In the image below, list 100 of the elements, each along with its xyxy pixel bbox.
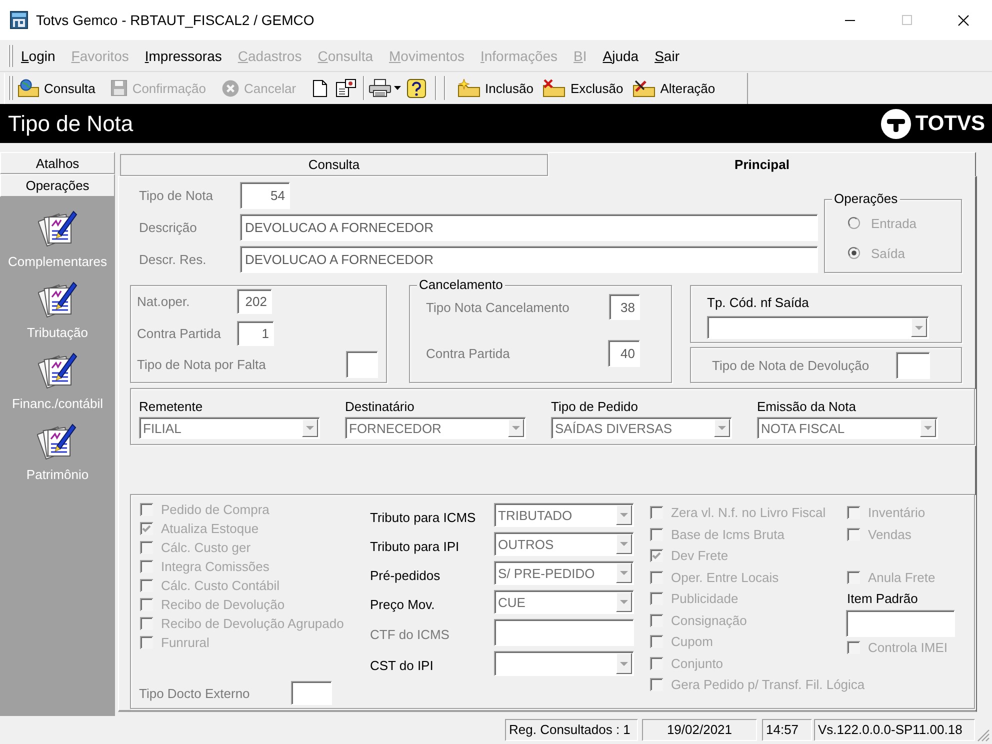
close-icon bbox=[958, 14, 969, 26]
dropdown[interactable]: CUE bbox=[494, 590, 634, 614]
checkbox[interactable]: Cálc. Custo ger bbox=[140, 538, 251, 557]
dropdown[interactable] bbox=[494, 651, 634, 676]
menu-item[interactable]: Login bbox=[13, 46, 64, 66]
checkbox[interactable]: Zera vl. N.f. no Livro Fiscal bbox=[650, 502, 826, 524]
checkbox[interactable]: Funrural bbox=[140, 633, 210, 652]
field-label: Descr. Res. bbox=[139, 252, 206, 267]
dropdown[interactable]: TRIBUTADO bbox=[494, 503, 634, 527]
toolbar-button[interactable]: Exclusão bbox=[541, 75, 626, 101]
grip-icon[interactable] bbox=[8, 44, 13, 66]
radio-button[interactable]: Saída bbox=[848, 243, 905, 263]
checkbox[interactable]: Inventário bbox=[847, 502, 926, 524]
checkbox[interactable]: Oper. Entre Locais bbox=[650, 566, 779, 588]
text-field[interactable] bbox=[494, 619, 634, 646]
menu-item[interactable]: Ajuda bbox=[594, 46, 647, 66]
text-field[interactable]: DEVOLUCAO A FORNECEDOR bbox=[240, 214, 818, 241]
dropdown[interactable]: NOTA FISCAL bbox=[757, 417, 938, 439]
resize-grip-icon[interactable] bbox=[977, 728, 990, 742]
checkbox[interactable]: Consignação bbox=[650, 610, 747, 631]
shortcut-item[interactable]: Patrimônio bbox=[26, 420, 89, 491]
printer-icon[interactable] bbox=[369, 79, 392, 97]
field-label: Item Padrão bbox=[847, 591, 918, 606]
status-time: 14:57 bbox=[762, 719, 812, 741]
tab[interactable]: Consulta bbox=[120, 154, 548, 176]
dropdown[interactable]: FORNECEDOR bbox=[345, 417, 526, 439]
checkbox[interactable]: Controla IMEI bbox=[847, 636, 948, 658]
toolbar-button[interactable]: Consulta bbox=[16, 75, 98, 101]
section-button[interactable]: Atalhos bbox=[0, 152, 115, 174]
tab[interactable]: Principal bbox=[548, 152, 976, 177]
text-field[interactable]: 202 bbox=[237, 289, 272, 314]
status-date: 19/02/2021 bbox=[642, 719, 757, 741]
text-field[interactable]: 38 bbox=[609, 294, 640, 320]
logo-text: TOTVS bbox=[915, 112, 985, 136]
field-label: Remetente bbox=[139, 399, 203, 414]
group-title: Operações bbox=[832, 191, 900, 207]
shortcut-item[interactable]: Complementares bbox=[8, 207, 107, 278]
field-label: Nat.oper. bbox=[137, 294, 190, 309]
toolbar-button[interactable]: Inclusão bbox=[456, 75, 536, 101]
record-count: Reg. Consultados : 1 bbox=[505, 719, 638, 741]
radio-button[interactable]: Entrada bbox=[848, 213, 917, 233]
checkbox[interactable]: Cupom bbox=[650, 631, 713, 652]
menu-item[interactable]: Sair bbox=[646, 46, 688, 66]
text-field[interactable]: 40 bbox=[608, 340, 640, 367]
field-label: CTF do ICMS bbox=[370, 627, 450, 642]
text-field[interactable] bbox=[291, 681, 332, 705]
section-button[interactable]: Operações bbox=[0, 174, 115, 197]
text-field[interactable]: 54 bbox=[240, 182, 290, 209]
window-title: Totvs Gemco - RBTAUT_FISCAL2 / GEMCO bbox=[36, 12, 314, 28]
text-field[interactable] bbox=[846, 610, 955, 636]
folder-cross-icon bbox=[543, 79, 566, 97]
dropdown[interactable]: SAÍDAS DIVERSAS bbox=[551, 417, 732, 439]
maximize-icon bbox=[902, 15, 912, 25]
field-label: Tipo de Nota bbox=[139, 188, 213, 203]
field-label: Tipo Nota Cancelamento bbox=[426, 300, 570, 314]
checkbox[interactable]: Atualiza Estoque bbox=[140, 519, 259, 538]
checkbox[interactable]: Cálc. Custo Contábil bbox=[140, 576, 280, 595]
checkbox[interactable]: Recibo de Devolução Agrupado bbox=[140, 614, 344, 633]
field-label: Descrição bbox=[139, 220, 197, 235]
text-field[interactable] bbox=[896, 352, 930, 378]
field-label: Tp. Cód. nf Saída bbox=[707, 295, 809, 310]
field-label: Tipo de Nota por Falta bbox=[137, 357, 266, 372]
globe-folder-icon bbox=[18, 79, 39, 97]
dropdown[interactable] bbox=[707, 316, 929, 339]
field-label: Tributo para ICMS bbox=[370, 510, 476, 524]
checkbox[interactable]: Pedido de Compra bbox=[140, 500, 270, 519]
checkbox[interactable]: Base de Icms Bruta bbox=[650, 524, 784, 545]
help-icon[interactable] bbox=[407, 78, 426, 98]
shortcut-item[interactable]: Tributação bbox=[27, 278, 88, 349]
new-document-icon[interactable] bbox=[313, 80, 328, 96]
field-label: Destinatário bbox=[345, 399, 414, 414]
caret-icon[interactable] bbox=[394, 86, 402, 90]
folder-pencil-icon bbox=[633, 79, 656, 97]
checkbox[interactable]: Anula Frete bbox=[847, 566, 936, 588]
checkbox[interactable]: Gera Pedido p/ Transf. Fil. Lógica bbox=[650, 674, 865, 696]
checkbox[interactable]: Integra Comissões bbox=[140, 557, 270, 576]
field-label: Contra Partida bbox=[426, 346, 510, 361]
text-field[interactable]: 1 bbox=[237, 321, 274, 346]
menu-item[interactable]: Impressoras bbox=[136, 46, 230, 66]
checkbox[interactable]: Vendas bbox=[847, 524, 912, 545]
checkbox[interactable]: Conjunto bbox=[650, 652, 724, 674]
logo-icon bbox=[881, 108, 912, 138]
cancel-icon bbox=[222, 80, 240, 96]
dropdown[interactable]: S/ PRE-PEDIDO bbox=[494, 561, 634, 585]
text-field[interactable]: DEVOLUCAO A FORNECEDOR bbox=[240, 246, 818, 273]
field-label: Tributo para IPI bbox=[370, 538, 460, 554]
checkbox[interactable]: Dev Frete bbox=[650, 545, 728, 566]
checkbox[interactable]: Publicidade bbox=[650, 588, 738, 610]
version-label: Vs.122.0.0.0-SP11.00.18 bbox=[814, 719, 975, 741]
grip-icon[interactable] bbox=[8, 76, 13, 100]
dropdown[interactable]: OUTROS bbox=[494, 532, 634, 556]
toolbar-button[interactable]: Alteração bbox=[631, 75, 718, 101]
dropdown[interactable]: FILIAL bbox=[139, 417, 320, 439]
field-label: Contra Partida bbox=[137, 326, 221, 341]
field-label: Preço Mov. bbox=[370, 596, 435, 612]
field-label: CST do IPI bbox=[370, 658, 434, 673]
print-preview-icon[interactable] bbox=[336, 79, 356, 97]
checkbox[interactable]: Recibo de Devolução bbox=[140, 595, 285, 614]
text-field[interactable] bbox=[346, 351, 378, 378]
shortcut-item[interactable]: Financ./contábil bbox=[12, 349, 104, 420]
